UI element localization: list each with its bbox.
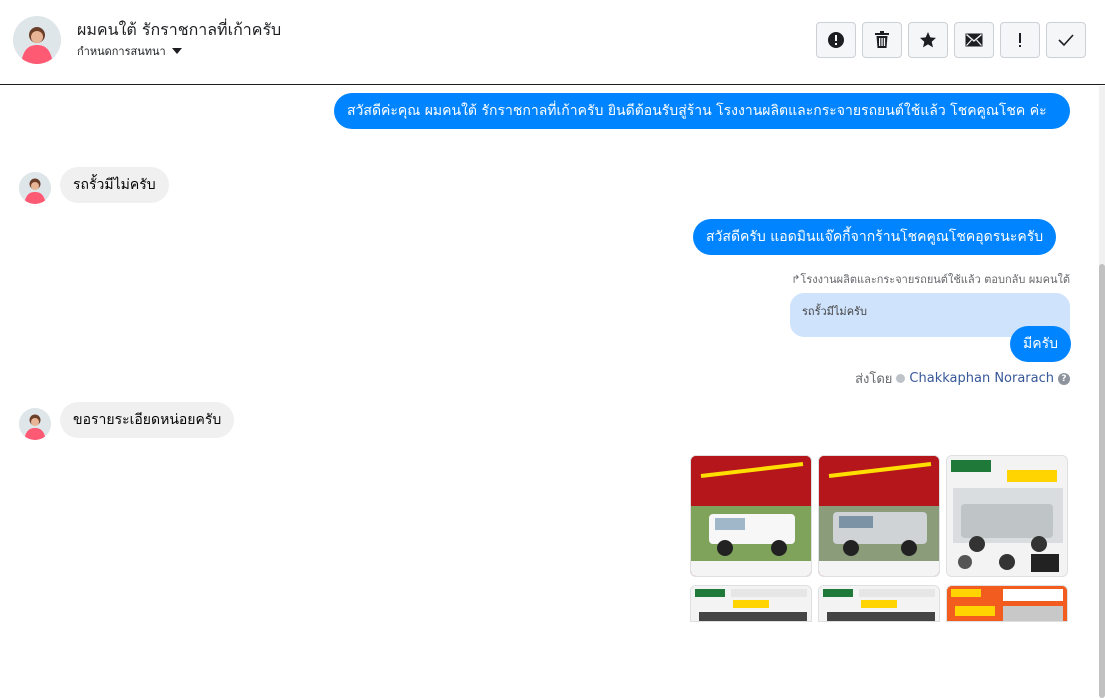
verified-dot-icon [896,374,906,383]
alert-circle-icon [828,32,844,48]
car-ad-image[interactable] [818,455,940,577]
sent-by-label: ส่งโดย [855,372,893,387]
reply-meta-text: โรงงานผลิตและกระจายรถยนต์ใช้แล้ว ตอบกลับ… [800,273,1070,286]
car-ad-thumbnail [947,586,1067,621]
car-ad-image[interactable] [946,455,1068,577]
avatar-image [13,16,61,64]
pickup-truck-photo [691,456,811,576]
star-icon [920,32,936,48]
incoming-message[interactable]: รถรั้วมีไม่ครับ [60,167,169,203]
spam-button[interactable] [816,22,856,58]
help-icon[interactable]: ? [1058,372,1070,385]
incoming-message[interactable]: ขอรายระเอียดหน่อยครับ [60,402,235,438]
star-button[interactable] [908,22,948,58]
trash-icon [875,31,889,48]
avatar-image [19,172,51,204]
schedule-label: กำหนดการสนทนา [77,45,166,58]
scrollbar-thumb[interactable] [1099,264,1105,698]
reply-meta: ↱โรงงานผลิตและกระจายรถยนต์ใช้แล้ว ตอบกลั… [791,270,1070,288]
car-ad-thumbnail [691,586,811,621]
sent-by: ส่งโดย Chakkaphan Norarach ? [855,368,1070,389]
contact-avatar-small[interactable] [19,408,51,440]
avatar-image [19,408,51,440]
car-ad-image[interactable] [818,585,940,622]
toolbar [816,22,1086,58]
check-icon [1058,34,1074,47]
outgoing-message[interactable]: สวัสดีครับ แอดมินแจ๊คกี้จากร้านโชคคูณโชค… [693,219,1057,255]
pickup-truck-photo [819,456,939,576]
sender-name[interactable]: Chakkaphan Norarach [909,371,1054,386]
outgoing-message[interactable]: สวัสดีค่ะคุณ ผมคนใต้ รักราชกาลที่เก้าครั… [334,93,1070,129]
done-button[interactable] [1046,22,1086,58]
conversation-schedule-menu[interactable]: กำหนดการสนทนา [77,42,182,60]
caret-down-icon [171,48,182,54]
contact-avatar-small[interactable] [19,172,51,204]
contact-avatar[interactable] [13,16,61,64]
car-ad-image[interactable] [946,585,1068,622]
car-ad-image[interactable] [690,455,812,577]
delete-button[interactable] [862,22,902,58]
mark-unread-button[interactable] [954,22,994,58]
car-ad-image[interactable] [690,585,812,622]
exclamation-icon [1019,33,1021,47]
conversation-header: ผมคนใต้ รักราชกาลที่เก้าครับ กำหนดการสนท… [0,0,1105,85]
scrollbar-track[interactable] [1099,86,1105,698]
pickup-truck-photo [947,456,1067,576]
outgoing-message[interactable]: มีครับ [1010,326,1071,362]
car-ad-thumbnail [819,586,939,621]
envelope-icon [965,33,983,47]
contact-name[interactable]: ผมคนใต้ รักราชกาลที่เก้าครับ [77,18,281,43]
important-button[interactable] [1000,22,1040,58]
